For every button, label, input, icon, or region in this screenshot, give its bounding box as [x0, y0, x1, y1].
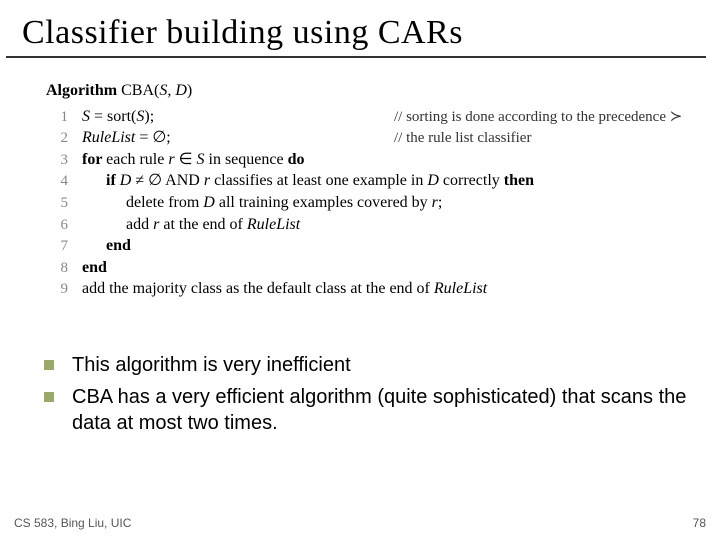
algo-fn-name: CBA(: [117, 82, 159, 99]
line-number: 1: [46, 107, 68, 127]
algo-line: 8 end: [46, 257, 704, 279]
line-number: 7: [46, 236, 68, 256]
algo-line: 3 for each rule r ∈ S in sequence do: [46, 149, 704, 171]
text: at the end of: [159, 216, 247, 233]
line-number: 4: [46, 171, 68, 191]
bullet-icon: [44, 360, 54, 370]
line-body: delete from D all training examples cove…: [82, 192, 704, 214]
algorithm-block: Algorithm CBA(S, D) 1 S = sort(S); // so…: [46, 80, 704, 300]
line-number: 2: [46, 128, 68, 148]
algo-line: 1 S = sort(S); // sorting is done accord…: [46, 106, 704, 128]
line-number: 8: [46, 258, 68, 278]
algo-args: S, D: [159, 82, 187, 99]
footer: CS 583, Bing Liu, UIC 78: [14, 516, 706, 530]
bullet-list: This algorithm is very inefficient CBA h…: [44, 352, 692, 436]
indent: [82, 237, 106, 254]
var: S: [82, 108, 90, 125]
indent: [82, 172, 106, 189]
text: in sequence: [205, 151, 288, 168]
indent: [82, 194, 126, 211]
text: add: [126, 216, 153, 233]
algo-line: 2 RuleList = ∅; // the rule list classif…: [46, 127, 704, 149]
algo-paren-close: ): [187, 82, 192, 99]
algo-line: 4 if D ≠ ∅ AND r classifies at least one…: [46, 170, 704, 192]
bullet-text: CBA has a very efficient algorithm (quit…: [72, 384, 692, 436]
line-number: 6: [46, 215, 68, 235]
text: );: [144, 108, 154, 125]
text: all training examples covered by: [215, 194, 432, 211]
algo-line: 7 end: [46, 235, 704, 257]
text: add the majority class as the default cl…: [82, 280, 434, 297]
var: D: [427, 172, 439, 189]
keyword: end: [82, 259, 107, 276]
var: RuleList: [82, 129, 135, 146]
text: = sort(: [90, 108, 136, 125]
bullet-text: This algorithm is very inefficient: [72, 352, 351, 378]
text: ∈: [175, 151, 197, 168]
var: D: [120, 172, 132, 189]
line-comment: // the rule list classifier: [394, 128, 704, 148]
line-body: end: [82, 257, 704, 279]
line-comment: // sorting is done according to the prec…: [394, 107, 704, 127]
keyword: end: [106, 237, 131, 254]
line-number: 9: [46, 279, 68, 299]
line-body: if D ≠ ∅ AND r classifies at least one e…: [82, 170, 704, 192]
page-number: 78: [693, 516, 706, 530]
algorithm-header: Algorithm CBA(S, D): [46, 80, 704, 102]
bullet-icon: [44, 392, 54, 402]
line-body: add r at the end of RuleList: [82, 214, 704, 236]
indent: [82, 216, 126, 233]
line-number: 5: [46, 193, 68, 213]
var: RuleList: [247, 216, 300, 233]
page-title: Classifier building using CARs: [6, 0, 706, 58]
slide: { "title": "Classifier building using CA…: [0, 0, 720, 540]
algo-line: 5 delete from D all training examples co…: [46, 192, 704, 214]
keyword: do: [288, 151, 305, 168]
keyword: then: [504, 172, 534, 189]
list-item: This algorithm is very inefficient: [44, 352, 692, 378]
text: ;: [438, 194, 442, 211]
text: classifies at least one example in: [210, 172, 427, 189]
text: = ∅;: [135, 129, 170, 146]
line-body: for each rule r ∈ S in sequence do: [82, 149, 704, 171]
footer-left: CS 583, Bing Liu, UIC: [14, 516, 131, 530]
algo-line: 9 add the majority class as the default …: [46, 278, 704, 300]
list-item: CBA has a very efficient algorithm (quit…: [44, 384, 692, 436]
keyword: if: [106, 172, 120, 189]
var: S: [197, 151, 205, 168]
line-number: 3: [46, 150, 68, 170]
text: delete from: [126, 194, 203, 211]
algo-line: 6 add r at the end of RuleList: [46, 214, 704, 236]
line-body: add the majority class as the default cl…: [82, 278, 704, 300]
line-body: end: [82, 235, 704, 257]
var: RuleList: [434, 280, 487, 297]
algo-keyword: Algorithm: [46, 82, 117, 99]
text: each rule: [106, 151, 168, 168]
line-body: S = sort(S);: [82, 106, 394, 128]
line-body: RuleList = ∅;: [82, 127, 394, 149]
keyword: for: [82, 151, 106, 168]
text: ≠ ∅ AND: [131, 172, 204, 189]
var: D: [203, 194, 215, 211]
text: correctly: [439, 172, 504, 189]
